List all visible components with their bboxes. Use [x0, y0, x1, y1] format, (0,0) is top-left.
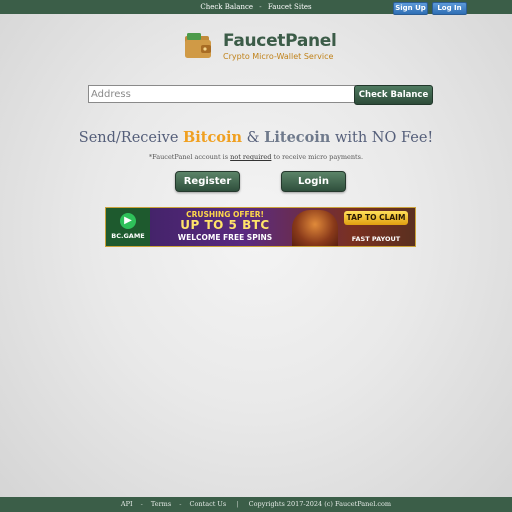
advertisement-banner[interactable]: ▶ BC.GAME CRUSHING OFFER! UP TO 5 BTC WE…	[105, 207, 416, 247]
footer-separator: -	[140, 500, 143, 508]
footer-divider: |	[236, 500, 239, 508]
banner-payout: FAST PAYOUT	[351, 235, 401, 243]
footer: API - Terms - Contact Us | Copyrights 20…	[0, 497, 512, 512]
address-input[interactable]	[88, 85, 356, 103]
faucet-sites-link[interactable]: Faucet Sites	[268, 3, 312, 11]
signup-button[interactable]: Sign Up	[393, 2, 428, 15]
headline-text-3: with NO Fee!	[330, 130, 434, 146]
bc-game-logo-icon: ▶	[120, 213, 136, 229]
login-top-button[interactable]: Log In	[432, 2, 467, 15]
check-balance-button[interactable]: Check Balance	[354, 85, 433, 105]
headline-text-2: &	[242, 130, 265, 146]
login-button[interactable]: Login	[281, 171, 346, 192]
logo-subtitle: Crypto Micro-Wallet Service	[223, 52, 334, 61]
logo-title: FaucetPanel	[223, 31, 337, 51]
footer-terms-link[interactable]: Terms	[151, 500, 171, 508]
register-button[interactable]: Register	[175, 171, 240, 192]
banner-spins: WELCOME FREE SPINS	[177, 233, 273, 242]
headline-text-1: Send/Receive	[78, 130, 184, 146]
banner-brand-name: BC.GAME	[111, 232, 145, 240]
banner-brand-box: ▶ BC.GAME	[106, 208, 150, 246]
hero-note: *FaucetPanel account is not required to …	[0, 153, 512, 161]
site-logo[interactable]: FaucetPanel Crypto Micro-Wallet Service	[183, 31, 343, 63]
footer-api-link[interactable]: API	[121, 500, 133, 508]
hero-headline: Send/Receive Bitcoin & Litecoin with NO …	[0, 129, 512, 146]
banner-claim-button[interactable]: TAP TO CLAIM	[344, 211, 408, 225]
banner-headline: UP TO 5 BTC	[180, 218, 270, 232]
nav-separator: -	[259, 3, 262, 11]
wallet-icon	[185, 33, 211, 58]
headline-litecoin: Litecoin	[264, 129, 331, 146]
footer-contact-link[interactable]: Contact Us	[190, 500, 227, 508]
headline-bitcoin: Bitcoin	[183, 129, 243, 146]
banner-character-image	[292, 210, 338, 246]
note-text-2: to receive micro payments.	[271, 153, 364, 161]
footer-separator: -	[179, 500, 182, 508]
check-balance-link[interactable]: Check Balance	[200, 3, 253, 11]
footer-copyright: Copyrights 2017-2024 (c) FaucetPanel.com	[248, 500, 392, 508]
note-underlined: not required	[230, 153, 272, 161]
note-text-1: *FaucetPanel account is	[148, 153, 231, 161]
